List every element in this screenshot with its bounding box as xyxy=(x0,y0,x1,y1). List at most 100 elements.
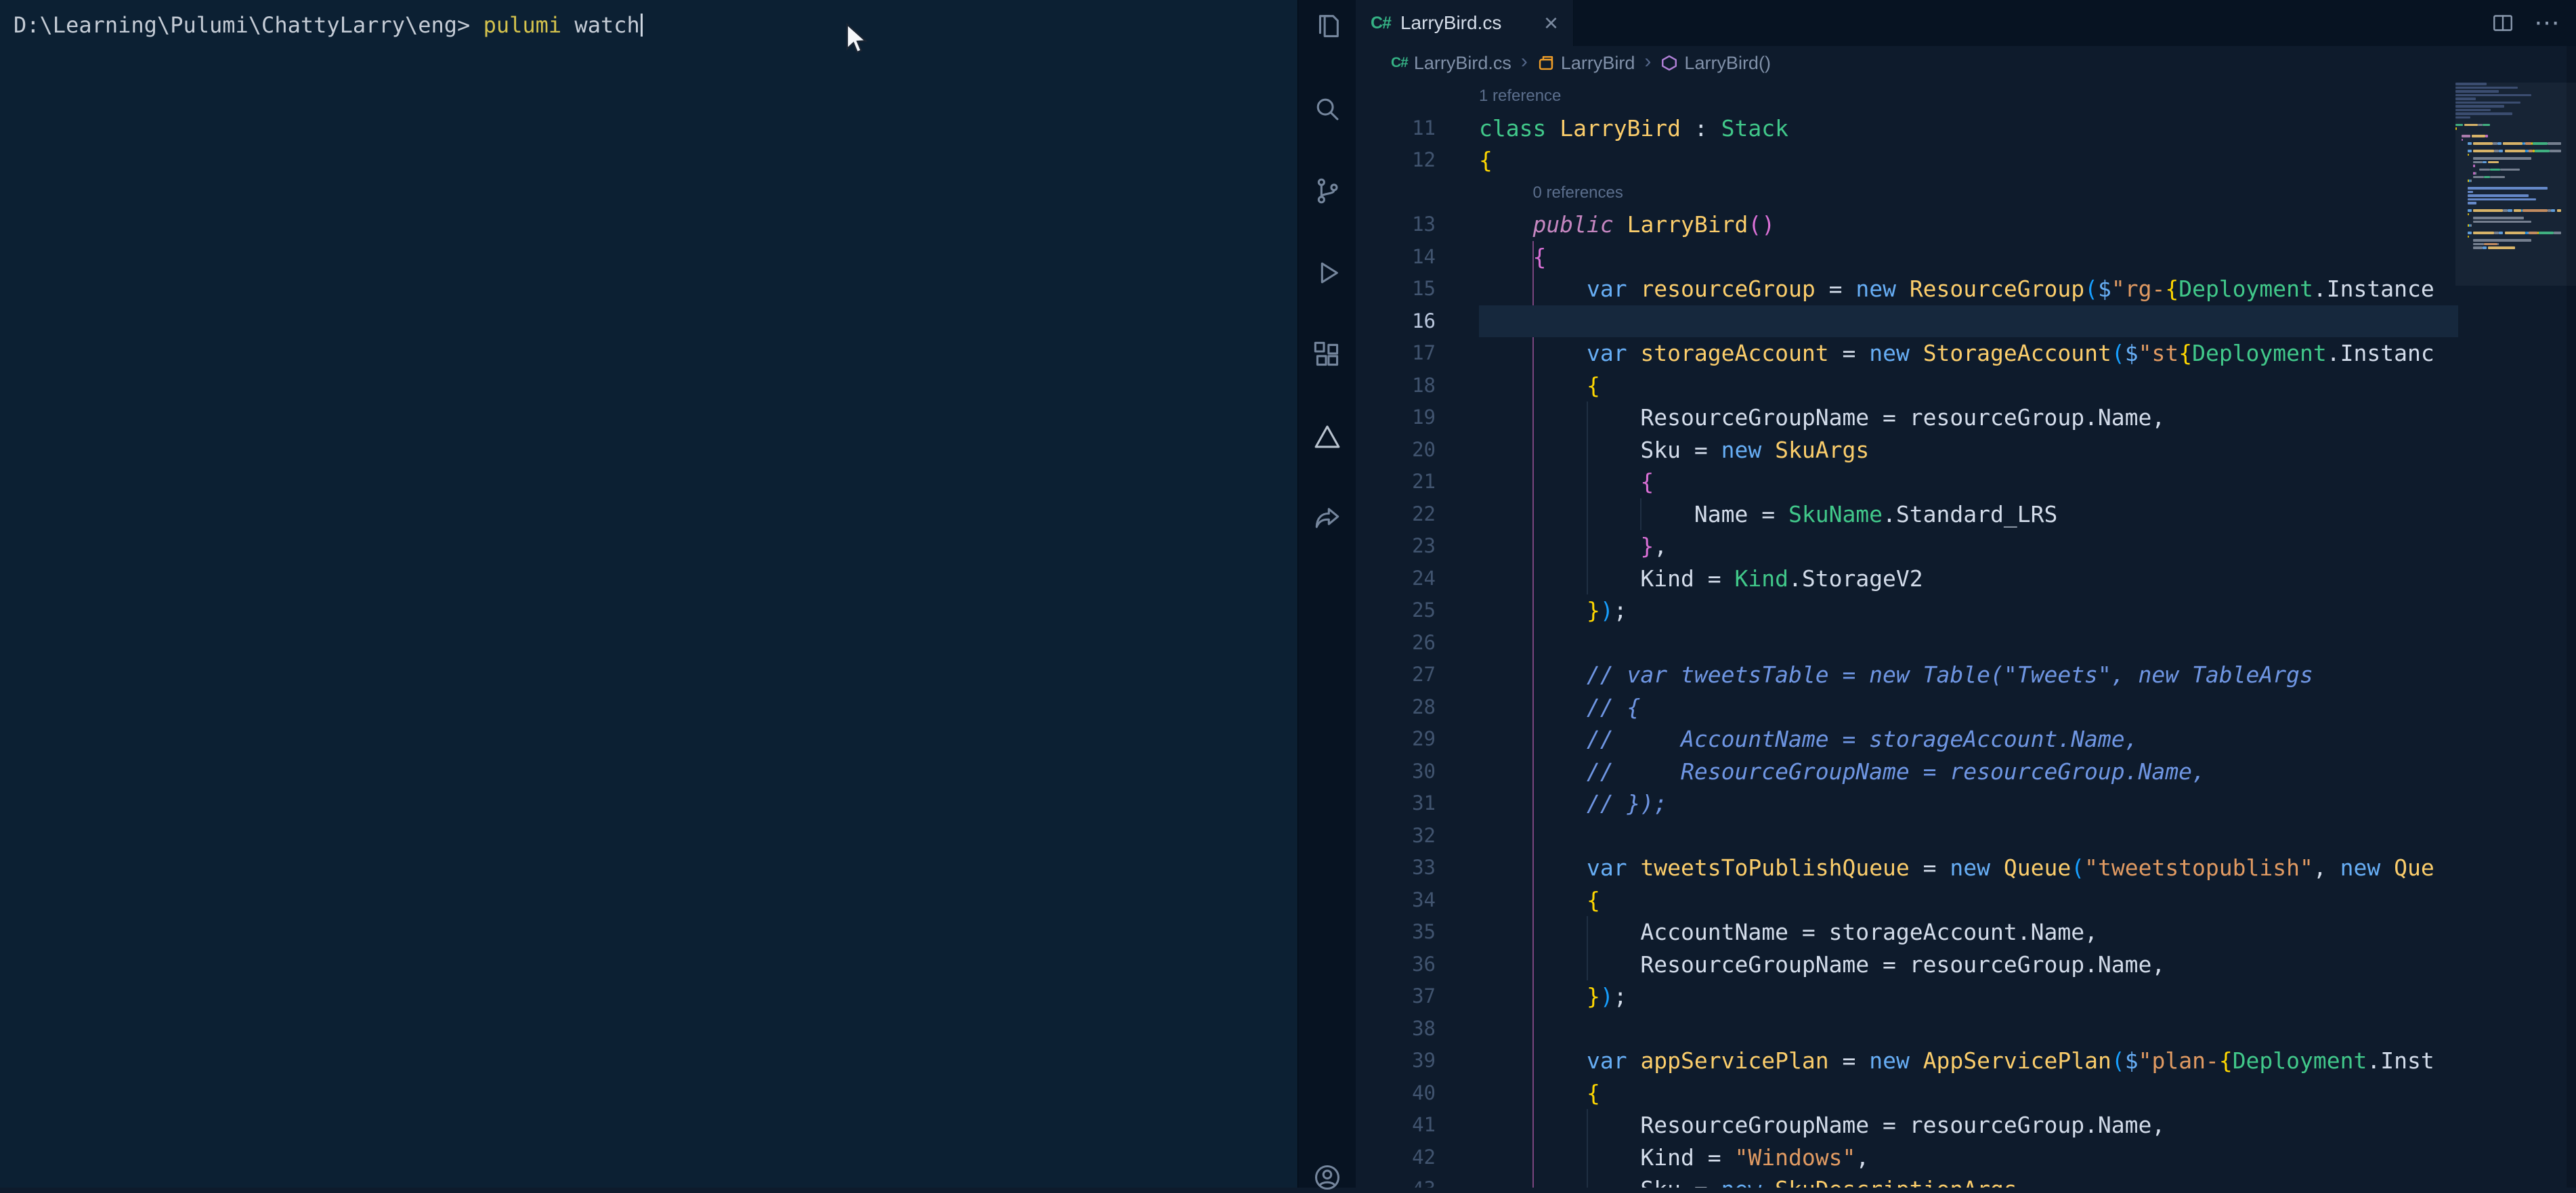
codelens-text[interactable]: 1 reference xyxy=(1479,80,2458,112)
code-line[interactable]: 43 Sku = new SkuDescriptionArgs xyxy=(1356,1173,2576,1188)
minimap-bar xyxy=(2473,150,2494,152)
code-line[interactable]: 31 // }); xyxy=(1356,787,2576,820)
split-editor-icon[interactable] xyxy=(2491,11,2515,35)
code-line[interactable]: 36 ResourceGroupName = resourceGroup.Nam… xyxy=(1356,949,2576,981)
line-number[interactable]: 12 xyxy=(1356,144,1479,177)
line-number[interactable] xyxy=(1356,80,1479,112)
search-icon[interactable] xyxy=(1312,93,1343,125)
code-line[interactable]: 15 var resourceGroup = new ResourceGroup… xyxy=(1356,273,2576,305)
code-line[interactable]: 20 Sku = new SkuArgs xyxy=(1356,434,2576,467)
line-number[interactable]: 13 xyxy=(1356,209,1479,241)
breadcrumb-item[interactable]: C#LarryBird.cs xyxy=(1391,53,1511,74)
line-number[interactable]: 16 xyxy=(1356,305,1479,338)
line-number[interactable]: 21 xyxy=(1356,466,1479,498)
code-line[interactable]: 11class LarryBird : Stack xyxy=(1356,112,2576,145)
code-line[interactable]: 30 // ResourceGroupName = resourceGroup.… xyxy=(1356,756,2576,788)
code-line[interactable]: 39 var appServicePlan = new AppServicePl… xyxy=(1356,1045,2576,1077)
line-number[interactable]: 30 xyxy=(1356,756,1479,788)
line-number[interactable]: 19 xyxy=(1356,402,1479,434)
line-number[interactable]: 29 xyxy=(1356,723,1479,756)
code-line[interactable]: 17 var storageAccount = new StorageAccou… xyxy=(1356,337,2576,370)
terminal-window[interactable]: D:\Learning\Pulumi\ChattyLarry\eng> pulu… xyxy=(0,0,1297,1188)
code-line[interactable]: 41 ResourceGroupName = resourceGroup.Nam… xyxy=(1356,1109,2576,1142)
line-number[interactable]: 38 xyxy=(1356,1013,1479,1045)
code-line[interactable]: 35 AccountName = storageAccount.Name, xyxy=(1356,916,2576,949)
code-line[interactable]: 18 { xyxy=(1356,370,2576,402)
line-number[interactable]: 18 xyxy=(1356,370,1479,402)
minimap-bar xyxy=(2503,209,2508,212)
minimap-bar xyxy=(2557,209,2562,212)
line-number[interactable]: 34 xyxy=(1356,884,1479,917)
code-line[interactable]: 26 xyxy=(1356,627,2576,659)
code-line[interactable]: 24 Kind = Kind.StorageV2 xyxy=(1356,563,2576,595)
code-line[interactable]: 40 { xyxy=(1356,1077,2576,1110)
code-line[interactable]: 22 Name = SkuName.Standard_LRS xyxy=(1356,498,2576,531)
vertical-scrollbar[interactable] xyxy=(2567,46,2576,1188)
token xyxy=(1479,372,1587,399)
line-number[interactable]: 14 xyxy=(1356,241,1479,274)
line-number[interactable]: 35 xyxy=(1356,916,1479,949)
line-number[interactable]: 15 xyxy=(1356,273,1479,305)
breadcrumb-item[interactable]: LarryBird() xyxy=(1660,53,1771,74)
tab-larrybird[interactable]: C# LarryBird.cs × xyxy=(1356,0,1574,46)
more-actions-icon[interactable]: ⋯ xyxy=(2534,10,2561,36)
line-number[interactable]: 40 xyxy=(1356,1077,1479,1110)
line-number[interactable]: 36 xyxy=(1356,949,1479,981)
line-number[interactable]: 42 xyxy=(1356,1142,1479,1174)
triangle-extension-icon[interactable] xyxy=(1312,421,1343,452)
line-number[interactable]: 27 xyxy=(1356,659,1479,691)
share-icon[interactable] xyxy=(1312,503,1343,534)
extensions-icon[interactable] xyxy=(1312,339,1343,370)
code-line[interactable]: 34 { xyxy=(1356,884,2576,917)
code-line[interactable]: 27 // var tweetsTable = new Table("Tweet… xyxy=(1356,659,2576,691)
code-line[interactable]: 38 xyxy=(1356,1013,2576,1045)
code-line[interactable]: 42 Kind = "Windows", xyxy=(1356,1142,2576,1174)
token: ) xyxy=(1600,597,1614,624)
codelens-row[interactable]: 0 references xyxy=(1356,177,2576,209)
line-number[interactable]: 39 xyxy=(1356,1045,1479,1077)
run-and-debug-icon[interactable] xyxy=(1312,257,1343,288)
code-line[interactable]: 16 xyxy=(1356,305,2576,338)
line-number[interactable]: 28 xyxy=(1356,691,1479,724)
code-line[interactable]: 29 // AccountName = storageAccount.Name, xyxy=(1356,723,2576,756)
codelens-text[interactable]: 0 references xyxy=(1479,177,2458,209)
source-control-icon[interactable] xyxy=(1312,175,1343,207)
code-area[interactable]: 1 reference11class LarryBird : Stack12{0… xyxy=(1356,80,2576,1188)
codelens-row[interactable]: 1 reference xyxy=(1356,80,2576,112)
code-line[interactable]: 21 { xyxy=(1356,466,2576,498)
line-number[interactable]: 43 xyxy=(1356,1173,1479,1188)
minimap[interactable] xyxy=(2455,83,2565,1188)
code-line[interactable]: 12{ xyxy=(1356,144,2576,177)
line-number[interactable]: 11 xyxy=(1356,112,1479,145)
breadcrumb-item[interactable]: LarryBird xyxy=(1537,53,1635,74)
line-number[interactable]: 24 xyxy=(1356,563,1479,595)
tab-close-icon[interactable]: × xyxy=(1544,11,1558,35)
code-line[interactable]: 37 }); xyxy=(1356,980,2576,1013)
code-line[interactable]: 32 xyxy=(1356,820,2576,852)
line-number[interactable] xyxy=(1356,177,1479,209)
line-number[interactable]: 17 xyxy=(1356,337,1479,370)
code-line-text: }); xyxy=(1479,980,2458,1013)
line-number[interactable]: 26 xyxy=(1356,627,1479,659)
explorer-icon[interactable] xyxy=(1312,12,1343,43)
line-number[interactable]: 37 xyxy=(1356,980,1479,1013)
code-line[interactable]: 28 // { xyxy=(1356,691,2576,724)
line-number[interactable]: 33 xyxy=(1356,852,1479,884)
line-number[interactable]: 41 xyxy=(1356,1109,1479,1142)
minimap-bar xyxy=(2455,97,2476,100)
line-number[interactable]: 23 xyxy=(1356,530,1479,563)
token xyxy=(1479,726,1587,752)
code-line[interactable]: 23 }, xyxy=(1356,530,2576,563)
line-number[interactable]: 22 xyxy=(1356,498,1479,531)
code-line[interactable]: 13 public LarryBird() xyxy=(1356,209,2576,241)
code-line-text: Sku = new SkuDescriptionArgs xyxy=(1479,1173,2458,1188)
line-number[interactable]: 20 xyxy=(1356,434,1479,467)
line-number[interactable]: 25 xyxy=(1356,594,1479,627)
code-line[interactable]: 14 { xyxy=(1356,241,2576,274)
code-line[interactable]: 25 }); xyxy=(1356,594,2576,627)
line-number[interactable]: 31 xyxy=(1356,787,1479,820)
code-line[interactable]: 33 var tweetsToPublishQueue = new Queue(… xyxy=(1356,852,2576,884)
account-icon[interactable] xyxy=(1312,1162,1343,1193)
code-line[interactable]: 19 ResourceGroupName = resourceGroup.Nam… xyxy=(1356,402,2576,434)
line-number[interactable]: 32 xyxy=(1356,820,1479,852)
